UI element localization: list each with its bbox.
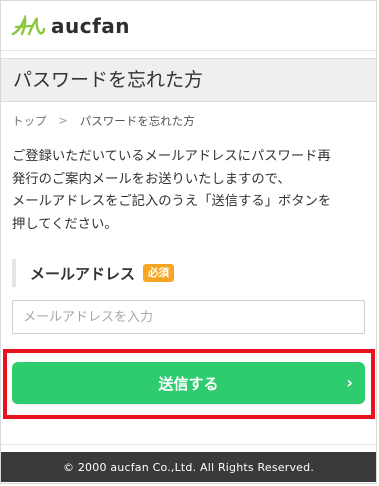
label-accent-bar xyxy=(12,259,16,287)
required-badge: 必須 xyxy=(143,264,175,282)
logo-text: aucfan xyxy=(51,14,131,38)
breadcrumb-separator: > xyxy=(58,114,68,127)
page-title: パスワードを忘れた方 xyxy=(13,69,204,91)
email-field-label: メールアドレス xyxy=(30,264,136,283)
submit-button-label: 送信する xyxy=(158,374,219,393)
intro-line: 発行のご案内メールをお送りいたしますので、 xyxy=(12,171,291,187)
site-header: aucfan xyxy=(1,1,376,51)
intro-line: 押してください。 xyxy=(12,216,118,232)
breadcrumb-current: パスワードを忘れた方 xyxy=(79,114,195,128)
intro-line: ご登録いただいているメールアドレスにパスワード再 xyxy=(12,149,331,164)
breadcrumb-home-link[interactable]: トップ xyxy=(12,113,47,129)
intro-line: メールアドレスをご記入のうえ「送信する」ボタンを xyxy=(12,194,332,209)
intro-text: ご登録いただいているメールアドレスにパスワード再 発行のご案内メールをお送りいた… xyxy=(12,146,370,236)
aucfan-logo[interactable]: aucfan xyxy=(11,11,130,41)
aucfan-logo-icon xyxy=(11,15,45,36)
email-field-label-row: メールアドレス 必須 xyxy=(12,258,175,288)
site-footer: © 2000 aucfan Co.,Ltd. All Rights Reserv… xyxy=(1,452,376,482)
submit-button[interactable]: 送信する › xyxy=(12,362,365,404)
email-input[interactable] xyxy=(12,300,365,334)
copyright-text: © 2000 aucfan Co.,Ltd. All Rights Reserv… xyxy=(62,460,315,474)
page-title-bar: パスワードを忘れた方 xyxy=(1,58,376,102)
chevron-right-icon: › xyxy=(346,373,353,392)
footer-divider xyxy=(1,444,376,445)
breadcrumb: トップ > パスワードを忘れた方 xyxy=(12,113,195,129)
